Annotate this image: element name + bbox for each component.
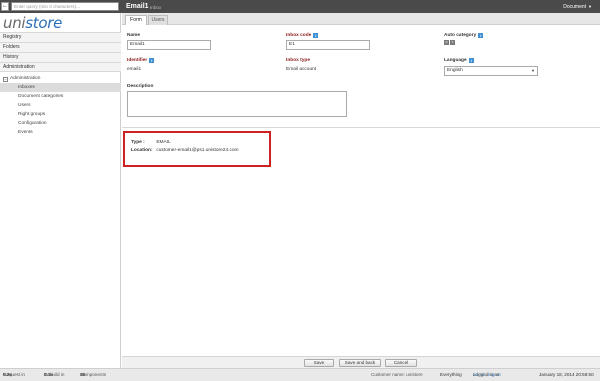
- description-textarea[interactable]: [127, 91, 347, 117]
- sidebar-item-history[interactable]: History: [0, 52, 121, 62]
- tab-bar: Form Users: [122, 13, 600, 25]
- name-label: Name: [127, 33, 140, 39]
- tree-item-events[interactable]: Events: [0, 128, 121, 137]
- sidebar: unistore Registry Folders History Admini…: [0, 13, 121, 368]
- logo: unistore: [3, 14, 62, 32]
- inbox-info-box: Type : EMAIL Location: customer-email1@p…: [123, 131, 271, 167]
- back-arrow-icon[interactable]: ←: [1, 2, 9, 11]
- sidebar-item-administration[interactable]: Administration: [0, 62, 121, 72]
- components-label: Components: [80, 372, 107, 377]
- tree-item-configuration[interactable]: Configuration: [0, 119, 121, 128]
- inbox-type-label: Inbox type: [286, 58, 310, 64]
- inbox-type-value: Email account: [286, 67, 317, 72]
- status-bar: Request in 0.2s Rebuild in 0.1s Componen…: [0, 368, 600, 381]
- auto-category-controls: ∞ ×: [444, 40, 455, 45]
- chevron-down-icon: ▼: [588, 4, 592, 9]
- inbox-code-label-text: Inbox code: [286, 33, 312, 38]
- auto-category-label-text: Auto category: [444, 33, 477, 38]
- tab-users[interactable]: Users: [148, 15, 168, 25]
- top-bar: ← Enter query (min 3 characters)... Emai…: [0, 0, 600, 13]
- tree-root-administration[interactable]: − Administration: [0, 75, 121, 83]
- language-select[interactable]: English ▼: [444, 66, 538, 76]
- info-icon[interactable]: i: [149, 58, 155, 63]
- collapse-icon[interactable]: −: [3, 76, 8, 82]
- document-menu[interactable]: Document ▼: [563, 2, 592, 12]
- language-select-value: English: [447, 68, 463, 73]
- sidebar-item-folders[interactable]: Folders: [0, 42, 121, 52]
- button-bar: Save Save and back Cancel: [122, 356, 600, 368]
- logged-in-user: Logged in as admin, logout: [473, 369, 501, 381]
- tree-item-users[interactable]: Users: [0, 101, 121, 110]
- inbox-type-label-text: Inbox type: [286, 58, 310, 63]
- name-field[interactable]: Email1: [127, 40, 211, 50]
- tree-item-inboxes[interactable]: Inboxes: [0, 83, 121, 92]
- type-value: EMAIL: [156, 140, 171, 145]
- location-value: customer-email1@ps1.unistore24.com: [156, 148, 239, 153]
- logged-in-label: Logged in as: [473, 372, 500, 377]
- page-title: Email1: [126, 3, 149, 10]
- tree-item-document-categories[interactable]: Document categories: [0, 92, 121, 101]
- search-input[interactable]: Enter query (min 3 characters)...: [11, 2, 119, 11]
- info-icon[interactable]: i: [468, 58, 474, 63]
- request-label: Request in: [3, 372, 25, 377]
- tree-root-label: Administration: [10, 76, 41, 81]
- clear-icon[interactable]: ×: [450, 40, 455, 45]
- tree-item-right-groups[interactable]: Right groups: [0, 110, 121, 119]
- components-count: Components 30: [80, 369, 106, 381]
- page-subtitle: Inbox: [150, 5, 162, 10]
- main-panel: Form Users Name Email1 Inbox code i E1 Au…: [122, 13, 600, 368]
- divider: [122, 127, 600, 128]
- request-time: Request in 0.2s: [3, 369, 25, 381]
- identifier-label: Identifier i: [127, 58, 155, 64]
- auto-category-label: Auto category i: [444, 33, 484, 39]
- description-label-text: Description: [127, 84, 154, 89]
- rebuild-time: Rebuild in 0.1s: [44, 369, 64, 381]
- cancel-button[interactable]: Cancel: [385, 359, 417, 367]
- language-label-text: Language: [444, 58, 467, 63]
- sidebar-item-registry[interactable]: Registry: [0, 32, 121, 42]
- link-icon[interactable]: ∞: [444, 40, 449, 45]
- identifier-value: email1: [127, 67, 142, 72]
- location-key: Location:: [131, 148, 153, 153]
- save-and-back-button[interactable]: Save and back: [339, 359, 381, 367]
- description-label: Description: [127, 84, 153, 90]
- tab-form[interactable]: Form: [125, 15, 147, 25]
- chevron-down-icon: ▼: [531, 68, 535, 73]
- rebuild-label: Rebuild in: [44, 372, 65, 377]
- logo-uni: uni: [3, 14, 26, 32]
- inbox-code-field[interactable]: E1: [286, 40, 370, 50]
- inbox-code-label: Inbox code i: [286, 33, 319, 39]
- customer-name: Customer name: unistore: [371, 372, 423, 377]
- identifier-label-text: Identifier: [127, 58, 148, 63]
- save-button[interactable]: Save: [304, 359, 334, 367]
- datetime: January 18, 2014 20:58:50: [539, 372, 594, 377]
- scope-selector[interactable]: Everything: [440, 369, 462, 381]
- location-row: Location: customer-email1@ps1.unistore24…: [131, 147, 239, 154]
- info-icon[interactable]: i: [313, 33, 319, 38]
- type-key: Type :: [131, 140, 145, 145]
- info-icon[interactable]: i: [478, 33, 484, 38]
- language-label: Language i: [444, 58, 474, 64]
- logo-store: store: [25, 14, 63, 32]
- name-label-text: Name: [127, 33, 141, 38]
- document-menu-label: Document: [563, 4, 587, 10]
- admin-tree: − Administration Inboxes Document catego…: [0, 75, 121, 137]
- type-row: Type : EMAIL: [131, 139, 171, 146]
